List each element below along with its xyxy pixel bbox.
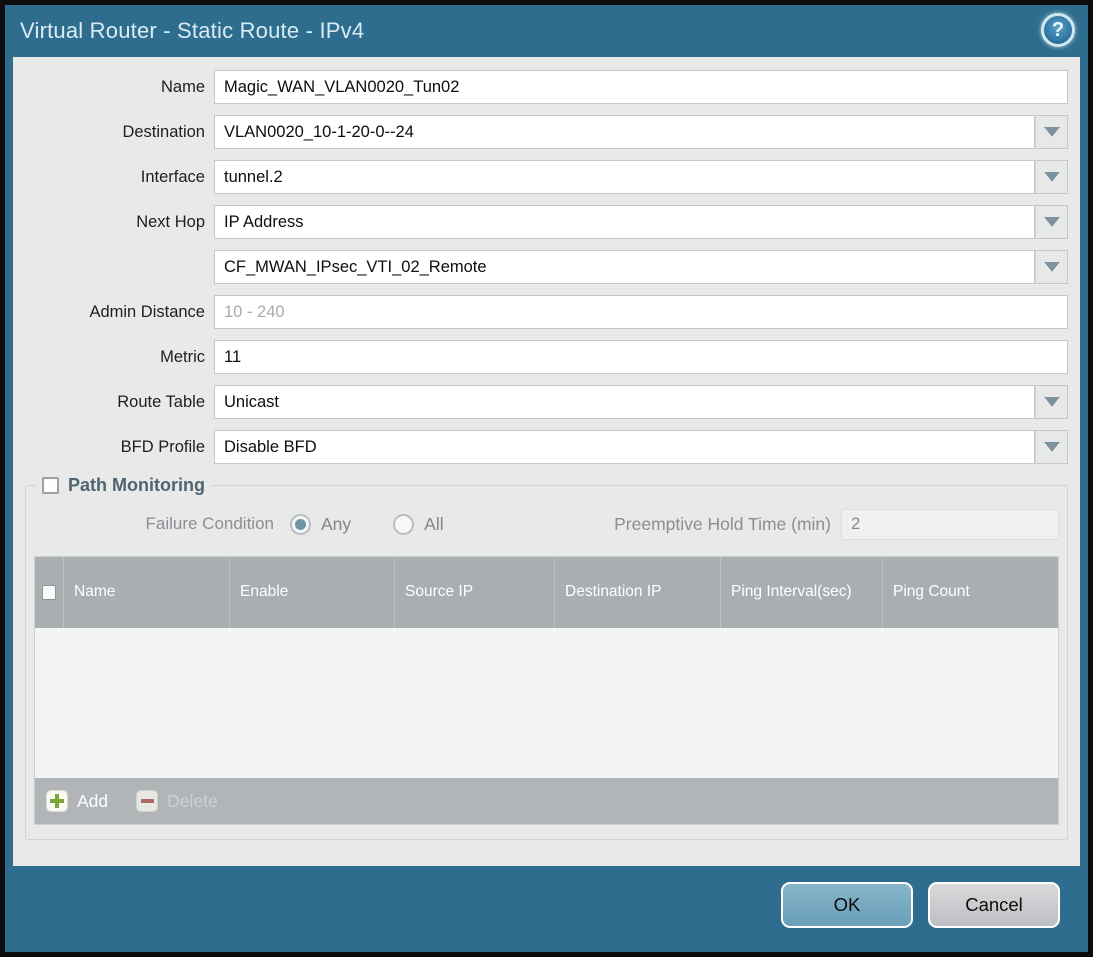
route-table-input[interactable] <box>214 385 1035 419</box>
field-row-bfd-profile: BFD Profile <box>25 430 1068 464</box>
radio-all-label: All <box>424 514 443 535</box>
field-row-next-hop-address <box>25 250 1068 284</box>
select-all-checkbox[interactable] <box>42 585 56 600</box>
path-monitoring-section: Path Monitoring Failure Condition Any Al… <box>25 475 1068 840</box>
plus-icon <box>46 790 68 812</box>
next-hop-address-input[interactable] <box>214 250 1035 284</box>
column-header-source-ip[interactable]: Source IP <box>394 557 554 628</box>
preemptive-hold-time-label: Preemptive Hold Time (min) <box>614 514 831 535</box>
chevron-down-icon <box>1044 217 1060 227</box>
interface-dropdown-button[interactable] <box>1035 160 1068 194</box>
failure-condition-option-any[interactable]: Any <box>290 514 351 535</box>
column-header-name[interactable]: Name <box>63 557 229 628</box>
field-row-name: Name <box>25 70 1068 104</box>
field-row-next-hop: Next Hop <box>25 205 1068 239</box>
field-row-destination: Destination <box>25 115 1068 149</box>
table-toolbar: Add Delete <box>35 778 1058 824</box>
radio-any-icon[interactable] <box>290 514 311 535</box>
dialog-window: Virtual Router - Static Route - IPv4 ? N… <box>5 5 1088 952</box>
table-body-empty <box>35 628 1058 778</box>
column-header-enable[interactable]: Enable <box>229 557 394 628</box>
failure-condition-option-all[interactable]: All <box>393 514 443 535</box>
add-button[interactable]: Add <box>46 790 108 812</box>
bfd-profile-dropdown-button[interactable] <box>1035 430 1068 464</box>
preemptive-hold-time-input[interactable] <box>841 509 1059 540</box>
destination-dropdown-button[interactable] <box>1035 115 1068 149</box>
failure-condition-label: Failure Condition <box>34 514 274 534</box>
title-bar: Virtual Router - Static Route - IPv4 ? <box>5 5 1088 57</box>
admin-distance-label: Admin Distance <box>25 303 205 322</box>
next-hop-dropdown-button[interactable] <box>1035 205 1068 239</box>
failure-condition-row: Failure Condition Any All Preemptive Hol… <box>34 507 1059 541</box>
route-table-dropdown-button[interactable] <box>1035 385 1068 419</box>
field-row-admin-distance: Admin Distance <box>25 295 1068 329</box>
bfd-profile-input[interactable] <box>214 430 1035 464</box>
dialog-title: Virtual Router - Static Route - IPv4 <box>20 18 364 44</box>
next-hop-type-input[interactable] <box>214 205 1035 239</box>
column-header-ping-interval[interactable]: Ping Interval(sec) <box>720 557 882 628</box>
column-header-destination-ip[interactable]: Destination IP <box>554 557 720 628</box>
chevron-down-icon <box>1044 442 1060 452</box>
next-hop-label: Next Hop <box>25 213 205 232</box>
field-row-route-table: Route Table <box>25 385 1068 419</box>
cancel-button[interactable]: Cancel <box>928 882 1060 928</box>
chevron-down-icon <box>1044 397 1060 407</box>
chevron-down-icon <box>1044 262 1060 272</box>
destination-input[interactable] <box>214 115 1035 149</box>
radio-all-icon[interactable] <box>393 514 414 535</box>
metric-input[interactable] <box>214 340 1068 374</box>
name-input[interactable] <box>214 70 1068 104</box>
radio-any-label: Any <box>321 514 351 535</box>
destination-label: Destination <box>25 123 205 142</box>
path-monitoring-title: Path Monitoring <box>68 475 205 496</box>
add-button-label: Add <box>77 791 108 812</box>
bfd-profile-label: BFD Profile <box>25 438 205 457</box>
route-table-label: Route Table <box>25 393 205 412</box>
interface-label: Interface <box>25 168 205 187</box>
help-icon[interactable]: ? <box>1041 13 1075 47</box>
path-monitoring-table: Name Enable Source IP Destination IP Pin… <box>34 556 1059 825</box>
chevron-down-icon <box>1044 127 1060 137</box>
column-header-ping-count[interactable]: Ping Count <box>882 557 1058 628</box>
chevron-down-icon <box>1044 172 1060 182</box>
field-row-interface: Interface <box>25 160 1068 194</box>
field-row-metric: Metric <box>25 340 1068 374</box>
dialog-body: Name Destination Interface Next Hop <box>13 57 1080 866</box>
minus-icon <box>136 790 158 812</box>
interface-input[interactable] <box>214 160 1035 194</box>
path-monitoring-checkbox[interactable] <box>42 477 59 494</box>
table-header-row: Name Enable Source IP Destination IP Pin… <box>35 557 1058 628</box>
delete-button-label: Delete <box>167 791 218 812</box>
table-header-select-all[interactable] <box>35 557 63 628</box>
path-monitoring-legend: Path Monitoring <box>36 475 211 496</box>
ok-button[interactable]: OK <box>781 882 913 928</box>
admin-distance-input[interactable] <box>214 295 1068 329</box>
delete-button[interactable]: Delete <box>136 790 218 812</box>
next-hop-address-dropdown-button[interactable] <box>1035 250 1068 284</box>
name-label: Name <box>25 78 205 97</box>
metric-label: Metric <box>25 348 205 367</box>
